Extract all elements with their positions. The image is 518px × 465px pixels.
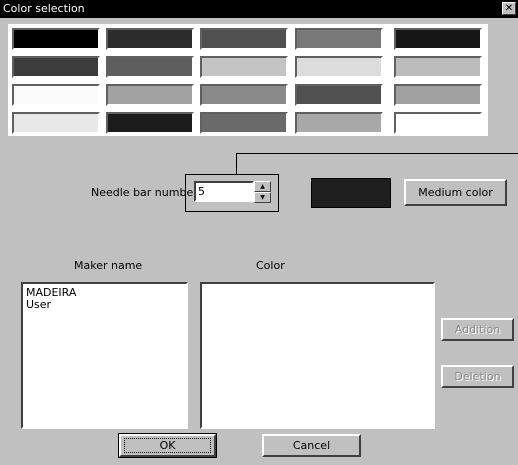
focus-indicator xyxy=(124,438,211,453)
color-swatch-r1-c3[interactable] xyxy=(200,28,288,50)
close-button[interactable]: ✕ xyxy=(502,2,516,15)
color-swatch-r1-c5[interactable] xyxy=(394,28,482,50)
connector-line-vertical xyxy=(236,153,237,175)
color-swatch-r4-c3[interactable] xyxy=(200,112,288,134)
color-palette xyxy=(8,24,488,136)
color-swatch-r1-c1[interactable] xyxy=(12,28,100,50)
color-swatch-r2-c4[interactable] xyxy=(295,56,383,78)
medium-color-button[interactable]: Medium color xyxy=(404,179,507,206)
color-swatch-r4-c2[interactable] xyxy=(106,112,194,134)
connector-line xyxy=(236,153,518,154)
color-swatch-r3-c4[interactable] xyxy=(295,84,383,106)
color-swatch-r3-c3[interactable] xyxy=(200,84,288,106)
maker-name-list[interactable]: MADEIRA User xyxy=(21,282,188,429)
ok-button[interactable]: OK xyxy=(118,433,217,458)
needle-bar-label: Needle bar number xyxy=(91,186,198,199)
title-bar: Color selection ✕ xyxy=(0,0,518,18)
cancel-button[interactable]: Cancel xyxy=(262,434,361,457)
window-title: Color selection xyxy=(3,2,85,15)
spin-down-button[interactable]: ▼ xyxy=(254,192,271,203)
spin-up-button[interactable]: ▲ xyxy=(254,181,271,192)
selected-color-preview xyxy=(311,178,391,208)
color-selection-dialog: Color selection ✕ Needle bar number 5 ▲ … xyxy=(0,0,518,465)
color-swatch-r4-c1[interactable] xyxy=(12,112,100,134)
color-swatch-r4-c5[interactable] xyxy=(394,112,482,134)
color-swatch-r4-c4[interactable] xyxy=(295,112,383,134)
needle-bar-number-input[interactable]: 5 xyxy=(194,181,254,202)
color-swatch-r2-c5[interactable] xyxy=(394,56,482,78)
color-swatch-r2-c1[interactable] xyxy=(12,56,100,78)
deletion-button[interactable]: Deletion xyxy=(441,365,514,388)
addition-button[interactable]: Addition xyxy=(441,318,514,341)
list-item[interactable]: User xyxy=(26,299,51,311)
color-swatch-r3-c5[interactable] xyxy=(394,84,482,106)
color-swatch-r1-c4[interactable] xyxy=(295,28,383,50)
color-swatch-r3-c2[interactable] xyxy=(106,84,194,106)
color-swatch-r2-c3[interactable] xyxy=(200,56,288,78)
color-list[interactable] xyxy=(200,282,435,429)
maker-name-label: Maker name xyxy=(74,259,143,272)
color-list-label: Color xyxy=(256,259,285,272)
color-swatch-r1-c2[interactable] xyxy=(106,28,194,50)
color-swatch-r3-c1[interactable] xyxy=(12,84,100,106)
color-swatch-r2-c2[interactable] xyxy=(106,56,194,78)
